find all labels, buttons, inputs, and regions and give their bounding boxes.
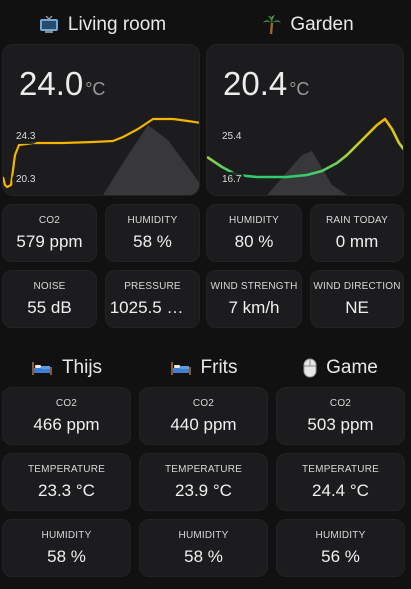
garden-wind-strength-tile[interactable]: WIND STRENGTH 7 km/h <box>206 270 302 328</box>
garden-temperature-value: 20.4 <box>223 65 288 102</box>
tile-value: 24.4 °C <box>312 480 369 500</box>
garden-max-label: 25.4 <box>218 129 246 144</box>
game-title-text: Game <box>326 357 378 378</box>
mouse-icon <box>303 358 317 378</box>
tv-icon <box>39 16 59 34</box>
garden-wind-direction-tile[interactable]: WIND DIRECTION NE <box>310 270 404 328</box>
tile-label: TEMPERATURE <box>164 463 243 475</box>
tile-value: 7 km/h <box>228 297 280 317</box>
garden-humidity-tile[interactable]: HUMIDITY 80 % <box>206 204 302 262</box>
living-room-humidity-tile[interactable]: HUMIDITY 58 % <box>105 204 200 262</box>
game-humidity-tile[interactable]: HUMIDITY 56 % <box>276 519 405 577</box>
living-room-temperature-value: 24.0 <box>19 65 84 102</box>
game-co2-tile[interactable]: CO2 503 ppm <box>276 387 405 445</box>
living-room-temperature: 24.0 °C <box>19 65 105 103</box>
living-room-noise-tile[interactable]: NOISE 55 dB <box>2 270 97 328</box>
tile-label: NOISE <box>33 280 66 292</box>
tile-label: TEMPERATURE <box>301 463 380 475</box>
frits-humidity-tile[interactable]: HUMIDITY 58 % <box>139 519 268 577</box>
tile-label: HUMIDITY <box>178 529 229 541</box>
living-room-title-text: Living room <box>67 14 167 35</box>
frits-co2-tile[interactable]: CO2 440 ppm <box>139 387 268 445</box>
tile-value: 23.9 °C <box>175 480 232 500</box>
game-temperature-tile[interactable]: TEMPERATURE 24.4 °C <box>276 453 405 511</box>
tile-label: PRESSURE <box>124 280 181 292</box>
frits-title: Frits <box>139 355 268 381</box>
tile-value: 56 % <box>321 546 360 566</box>
game-title: Game <box>276 355 405 381</box>
tile-label: TEMPERATURE <box>27 463 106 475</box>
thijs-co2-tile[interactable]: CO2 466 ppm <box>2 387 131 445</box>
living-room-co2-tile[interactable]: CO2 579 ppm <box>2 204 97 262</box>
living-room-temperature-graph-card[interactable]: 24.0 °C 24.3 20.3 <box>2 44 200 196</box>
tile-value: 579 ppm <box>16 231 83 251</box>
tile-label: HUMIDITY <box>41 529 92 541</box>
tile-value: 55 dB <box>27 297 72 317</box>
tile-label: WIND DIRECTION <box>313 280 401 292</box>
tile-label: HUMIDITY <box>127 214 178 226</box>
tile-label: WIND STRENGTH <box>210 280 298 292</box>
frits-title-text: Frits <box>200 357 238 378</box>
garden-rain-today-tile[interactable]: RAIN TODAY 0 mm <box>310 204 404 262</box>
tile-label: CO2 <box>192 397 215 409</box>
tile-label: HUMIDITY <box>315 529 366 541</box>
tile-label: CO2 <box>38 214 61 226</box>
garden-temperature-graph-card[interactable]: 20.4 °C 25.4 16.7 <box>206 44 404 196</box>
tile-label: CO2 <box>329 397 352 409</box>
tile-value: 58 % <box>184 546 223 566</box>
bed-icon <box>170 360 192 376</box>
tile-label: CO2 <box>55 397 78 409</box>
garden-min-label: 16.7 <box>218 172 246 187</box>
tile-value: 58 % <box>47 546 86 566</box>
garden-temperature-unit: °C <box>289 79 310 99</box>
living-room-temperature-unit: °C <box>85 79 106 99</box>
thijs-title-text: Thijs <box>61 357 103 378</box>
tile-value: 440 ppm <box>170 414 237 434</box>
tile-value: NE <box>345 297 369 317</box>
thijs-title: Thijs <box>2 355 131 381</box>
thijs-humidity-tile[interactable]: HUMIDITY 58 % <box>2 519 131 577</box>
tile-value: 0 mm <box>335 231 379 251</box>
living-room-max-label: 24.3 <box>12 129 40 144</box>
tile-value: 58 % <box>133 231 172 251</box>
palm-tree-icon <box>263 15 282 35</box>
frits-temperature-tile[interactable]: TEMPERATURE 23.9 °C <box>139 453 268 511</box>
bed-icon <box>31 360 53 376</box>
tile-label: HUMIDITY <box>229 214 279 226</box>
tile-value: 466 ppm <box>33 414 100 434</box>
tile-label: RAIN TODAY <box>325 214 388 226</box>
tile-value: 23.3 °C <box>38 480 95 500</box>
living-room-pressure-tile[interactable]: PRESSURE 1025.5 m… <box>105 270 200 328</box>
tile-value: 80 % <box>234 231 274 251</box>
living-room-min-label: 20.3 <box>12 172 40 187</box>
garden-title-text: Garden <box>290 14 354 35</box>
tile-value: 1025.5 m… <box>109 297 196 317</box>
garden-title: Garden <box>206 12 411 38</box>
tile-value: 503 ppm <box>307 414 374 434</box>
living-room-title: Living room <box>0 12 205 38</box>
thijs-temperature-tile[interactable]: TEMPERATURE 23.3 °C <box>2 453 131 511</box>
garden-temperature: 20.4 °C <box>223 65 309 103</box>
